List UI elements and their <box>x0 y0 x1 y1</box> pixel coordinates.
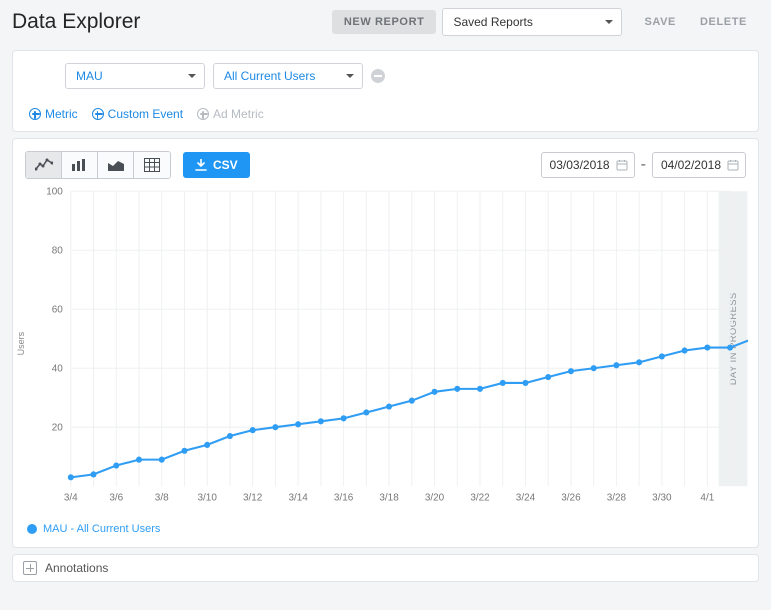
add-metric-link[interactable]: Metric <box>29 107 78 121</box>
svg-text:3/24: 3/24 <box>516 492 536 503</box>
save-button[interactable]: SAVE <box>632 10 688 34</box>
remove-segment-icon[interactable] <box>371 69 385 83</box>
svg-text:40: 40 <box>52 363 63 374</box>
area-chart-view-button[interactable] <box>98 152 134 178</box>
chart-svg: DAY IN PROGRESS204060801003/43/63/83/103… <box>23 183 748 513</box>
area-chart-icon <box>107 158 125 172</box>
date-from-value: 03/03/2018 <box>550 158 610 172</box>
svg-text:100: 100 <box>46 186 63 197</box>
segment-select[interactable]: All Current Users <box>213 63 363 89</box>
chart-panel: CSV 03/03/2018 - 04/02/2018 Users DAY IN… <box>12 138 759 548</box>
new-report-button[interactable]: NEW REPORT <box>332 10 437 34</box>
download-icon <box>195 159 207 171</box>
table-view-button[interactable] <box>134 152 170 178</box>
query-panel: MAU All Current Users Metric Custom Even… <box>12 50 759 132</box>
svg-text:3/20: 3/20 <box>425 492 445 503</box>
svg-text:3/16: 3/16 <box>334 492 354 503</box>
plus-circle-icon <box>197 108 209 120</box>
date-from-input[interactable]: 03/03/2018 <box>541 152 635 178</box>
svg-text:3/28: 3/28 <box>607 492 627 503</box>
svg-text:4/1: 4/1 <box>700 492 714 503</box>
chart-view-group <box>25 151 171 179</box>
line-chart-view-button[interactable] <box>26 152 62 178</box>
svg-text:3/26: 3/26 <box>561 492 581 503</box>
svg-text:3/6: 3/6 <box>109 492 123 503</box>
svg-text:3/18: 3/18 <box>379 492 399 503</box>
delete-button[interactable]: DELETE <box>688 10 759 34</box>
legend-dot-icon <box>27 524 37 534</box>
y-axis-title: Users <box>16 332 26 356</box>
date-separator: - <box>641 156 646 174</box>
svg-text:60: 60 <box>52 304 63 315</box>
csv-label: CSV <box>213 158 238 172</box>
segment-select-value: All Current Users <box>224 69 315 83</box>
plus-circle-icon <box>29 108 41 120</box>
line-chart-icon <box>35 158 53 172</box>
svg-text:3/8: 3/8 <box>155 492 169 503</box>
add-ad-metric-link: Ad Metric <box>197 107 264 121</box>
chart-area: Users DAY IN PROGRESS204060801003/43/63/… <box>13 183 758 513</box>
metric-select-value: MAU <box>76 69 103 83</box>
svg-text:80: 80 <box>52 245 63 256</box>
saved-reports-select[interactable]: Saved Reports <box>442 8 622 36</box>
svg-text:20: 20 <box>52 422 63 433</box>
saved-reports-label: Saved Reports <box>453 15 532 29</box>
table-icon <box>144 158 160 172</box>
expand-plus-icon <box>23 561 37 575</box>
csv-export-button[interactable]: CSV <box>183 152 250 178</box>
svg-text:3/4: 3/4 <box>64 492 78 503</box>
add-custom-event-link[interactable]: Custom Event <box>92 107 183 121</box>
page-title: Data Explorer <box>12 10 140 34</box>
bar-chart-icon <box>71 158 89 172</box>
calendar-icon <box>616 159 628 171</box>
svg-text:3/30: 3/30 <box>652 492 672 503</box>
calendar-icon <box>727 159 739 171</box>
chart-toolbar: CSV 03/03/2018 - 04/02/2018 <box>13 139 758 183</box>
svg-text:3/12: 3/12 <box>243 492 263 503</box>
header-bar: Data Explorer NEW REPORT Saved Reports S… <box>0 0 771 44</box>
svg-text:3/22: 3/22 <box>470 492 490 503</box>
metric-select[interactable]: MAU <box>65 63 205 89</box>
bar-chart-view-button[interactable] <box>62 152 98 178</box>
plus-circle-icon <box>92 108 104 120</box>
date-to-value: 04/02/2018 <box>661 158 721 172</box>
annotations-toggle[interactable]: Annotations <box>12 554 759 582</box>
svg-text:3/10: 3/10 <box>198 492 218 503</box>
date-to-input[interactable]: 04/02/2018 <box>652 152 746 178</box>
add-ad-metric-label: Ad Metric <box>213 107 264 121</box>
add-custom-event-label: Custom Event <box>108 107 183 121</box>
add-metric-label: Metric <box>45 107 78 121</box>
svg-text:3/14: 3/14 <box>288 492 308 503</box>
legend-series-0: MAU - All Current Users <box>43 523 160 535</box>
annotations-label: Annotations <box>45 561 108 575</box>
chart-legend: MAU - All Current Users <box>13 513 758 547</box>
